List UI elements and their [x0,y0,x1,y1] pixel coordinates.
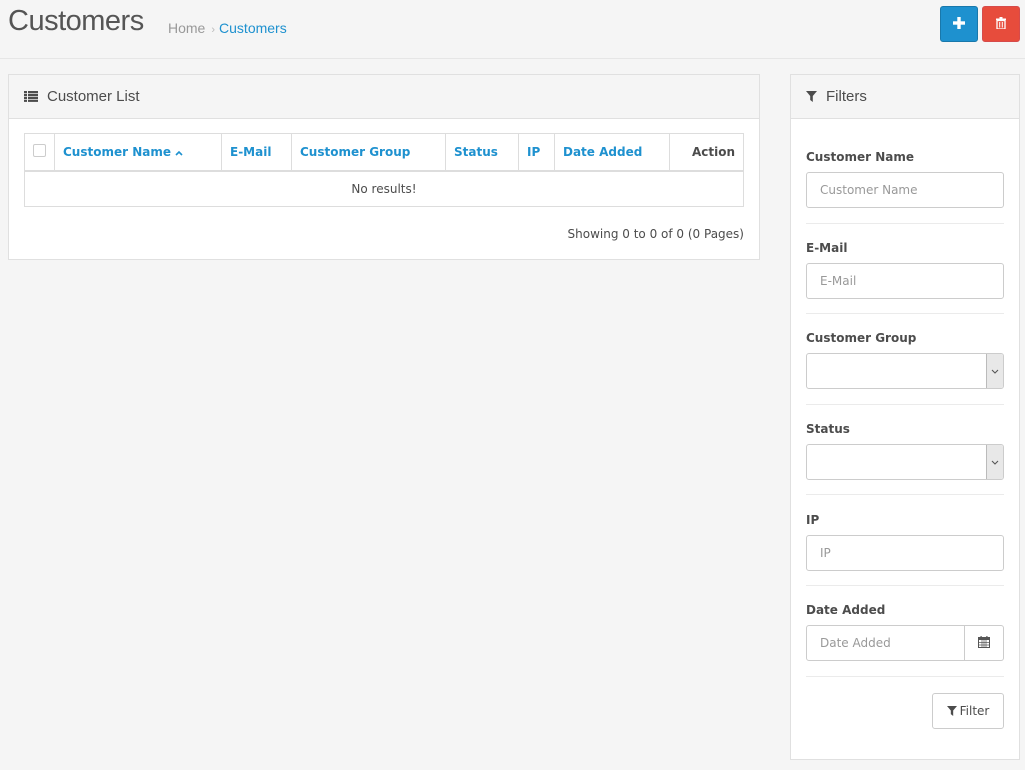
filters-heading: Filters [791,75,1019,119]
filter-customer-name-input[interactable]: Customer Name [806,172,1004,208]
divider [806,404,1004,405]
column-customer-group[interactable]: Customer Group [291,133,446,172]
filter-icon [806,91,817,102]
plus-icon [953,16,965,32]
filter-email-input[interactable]: E-Mail [806,263,1004,299]
customer-list-panel: Customer List Customer Name E-Mail Custo… [8,74,760,260]
filter-ip-input[interactable]: IP [806,535,1004,571]
column-ip[interactable]: IP [518,133,555,172]
page-title: Customers [8,5,144,37]
divider [806,585,1004,586]
trash-icon [996,16,1006,32]
divider [806,313,1004,314]
filter-date-added-input[interactable]: Date Added [806,625,965,661]
column-action: Action [669,133,744,172]
filter-button[interactable]: Filter [932,693,1004,729]
filter-date-added-group: Date Added Date Added [806,603,1004,661]
filter-customer-group-group: Customer Group [806,331,1004,389]
sort-asc-icon [175,145,183,159]
filter-icon [946,706,957,716]
table-row: No results! [24,170,744,207]
breadcrumb-home-link[interactable]: Home [168,20,205,36]
filters-panel: Filters Customer Name Customer Name E-Ma… [790,74,1020,760]
filter-date-added-label: Date Added [806,603,886,617]
breadcrumb: Home › Customers [168,20,287,36]
divider [806,494,1004,495]
chevron-down-icon [986,354,1003,388]
add-customer-button[interactable] [940,6,978,42]
list-icon [24,91,38,102]
breadcrumb-separator: › [211,24,216,36]
filter-customer-group-select[interactable] [806,353,1004,389]
filters-title: Filters [826,88,867,105]
column-customer-name[interactable]: Customer Name [54,133,222,172]
filter-ip-label: IP [806,513,820,527]
filter-customer-group-label: Customer Group [806,331,917,345]
filter-customer-name-label: Customer Name [806,150,914,164]
no-results-message: No results! [24,170,744,207]
filter-date-added-input-group: Date Added [806,625,1004,661]
column-label: Customer Name [63,144,171,159]
table-header-row: Customer Name E-Mail Customer Group Stat… [24,133,744,172]
column-status[interactable]: Status [445,133,519,172]
select-all-cell [24,133,55,172]
filter-email-group: E-Mail E-Mail [806,241,1004,299]
page-header: Customers Home › Customers [0,0,1025,59]
column-email[interactable]: E-Mail [221,133,292,172]
filter-status-group: Status [806,422,1004,480]
customer-list-heading: Customer List [9,75,759,119]
divider [806,223,1004,224]
breadcrumb-customers-link[interactable]: Customers [219,20,287,36]
delete-customers-button[interactable] [982,6,1020,42]
filter-status-label: Status [806,422,850,436]
filter-button-label: Filter [959,704,990,718]
customer-table: Customer Name E-Mail Customer Group Stat… [24,133,744,207]
filter-email-label: E-Mail [806,241,848,255]
divider [806,676,1004,677]
filter-ip-group: IP IP [806,513,1004,571]
filter-customer-name-group: Customer Name Customer Name [806,150,1004,208]
date-picker-button[interactable] [965,625,1004,661]
pagination-results-text: Showing 0 to 0 of 0 (0 Pages) [567,227,744,241]
select-all-checkbox[interactable] [33,143,46,157]
customer-list-title: Customer List [47,88,140,105]
chevron-down-icon [986,445,1003,479]
column-date-added[interactable]: Date Added [554,133,670,172]
filter-status-select[interactable] [806,444,1004,480]
calendar-icon [978,635,990,651]
